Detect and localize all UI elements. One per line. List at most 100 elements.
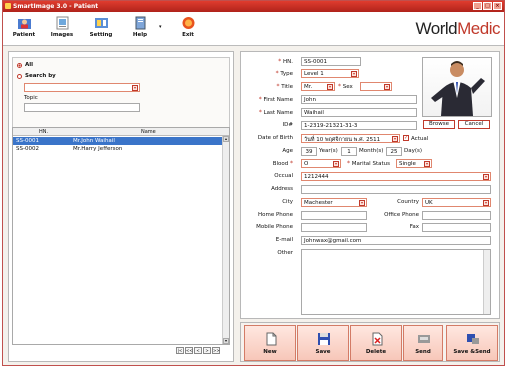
maximize-button[interactable]: □ [483,2,492,10]
age-label: Age [282,148,293,154]
patient-list-panel: All Search by ▾ Topic HN. Name SS-0001 M… [8,51,234,362]
table-row[interactable]: SS-0002 Mr.Harry Jefferson [13,145,222,153]
occupation-label: Occual [274,173,293,179]
new-document-icon [266,332,277,346]
scroll-down-icon[interactable]: ▾ [223,338,229,344]
exit-button[interactable]: Exit [173,16,203,38]
other-label: Other [277,250,293,256]
hn-label: * HN. [278,58,293,65]
table-scrollbar[interactable]: ▴ ▾ [222,136,229,344]
patient-table: HN. Name SS-0001 Mr.John Waihail SS-0002… [12,127,230,345]
country-combo[interactable]: UK ▾ [422,198,491,207]
minimize-button[interactable]: _ [473,2,482,10]
next-page-button[interactable]: > [203,347,211,354]
title-bar: SmartImage 3.0 - Patient _ □ × [3,1,504,12]
first-page-button[interactable]: |< [176,347,184,354]
address-label: Address [271,186,293,192]
browse-button[interactable]: Browse [423,120,455,129]
textarea-scrollbar[interactable] [483,250,490,314]
other-textarea[interactable] [301,249,491,315]
chevron-down-icon[interactable]: ▾ [333,161,339,167]
age-years-field[interactable]: 39 [301,147,317,156]
person-photo-icon [431,61,485,116]
marital-combo[interactable]: Single ▾ [396,159,432,168]
city-combo[interactable]: Machester ▾ [301,198,367,207]
window-title: SmartImage 3.0 - Patient [13,3,99,10]
first-name-label: * First Name [258,96,293,103]
actual-checkbox[interactable]: ✓ [403,135,409,141]
radio-all[interactable]: All [17,62,33,68]
table-row[interactable]: SS-0001 Mr.John Waihail [13,137,222,145]
age-months-field[interactable]: 1 [341,147,357,156]
type-combo[interactable]: Level 1 ▾ [301,69,359,78]
radio-search-by-dot[interactable] [17,73,22,79]
required-icon: * [290,160,293,167]
scroll-up-icon[interactable]: ▴ [223,136,229,142]
help-button[interactable]: Help [125,16,155,38]
chevron-down-icon[interactable]: ▾ [327,84,333,90]
col-hn[interactable]: HN. [39,129,48,135]
prev-page-button[interactable]: < [194,347,202,354]
setting-button[interactable]: Setting [86,16,116,38]
help-icon [135,16,145,30]
chevron-down-icon[interactable]: ▾ [483,200,489,206]
required-icon: * [275,70,279,77]
sex-combo[interactable]: ▾ [360,82,392,91]
chevron-down-icon[interactable]: ▾ [359,200,365,206]
first-name-field[interactable]: John [301,95,417,104]
search-by-combo[interactable]: ▾ [24,83,140,92]
months-label: Month(s) [359,148,384,154]
chevron-down-icon[interactable]: ▾ [132,85,138,91]
email-field[interactable]: Johnwax@gmail.com [301,236,491,245]
action-bar: New Save Delete Send Save &Send [240,322,500,362]
save-send-button[interactable]: Save &Send [446,325,498,361]
chevron-down-icon[interactable]: ▾ [392,136,398,142]
chevron-down-icon[interactable]: ▾ [424,161,430,167]
delete-button[interactable]: Delete [350,325,402,361]
home-phone-field[interactable] [301,211,367,220]
images-icon [56,16,68,30]
fax-field[interactable] [422,223,491,232]
hn-field[interactable]: SS-0001 [301,57,361,66]
chevron-down-icon[interactable]: ▾ [384,84,390,90]
images-button[interactable]: Images [47,16,77,38]
required-icon: * [338,83,341,90]
close-button[interactable]: × [493,2,502,10]
next-block-button[interactable]: >> [212,347,220,354]
country-label: Country [397,199,419,205]
send-icon [418,335,430,343]
patient-button[interactable]: Patient [9,16,39,38]
save-button[interactable]: Save [297,325,349,361]
radio-all-dot[interactable] [17,62,22,68]
worldmedic-logo: WorldMedic [415,19,501,38]
last-name-field[interactable]: Waihail [301,108,417,117]
age-days-field[interactable]: 25 [386,147,402,156]
city-label: City [282,199,293,205]
radio-search-by[interactable]: Search by [17,73,56,79]
prev-block-button[interactable]: << [185,347,193,354]
mobile-phone-field[interactable] [301,223,367,232]
new-button[interactable]: New [244,325,296,361]
required-icon: * [278,58,282,65]
required-icon: * [258,109,262,116]
id-field[interactable]: 1-2319-21321-31-3 [301,121,417,130]
blood-combo[interactable]: O ▾ [301,159,341,168]
cancel-photo-button[interactable]: Cancel [458,120,490,129]
days-label: Day(s) [404,148,423,154]
address-field[interactable] [301,185,491,194]
occupation-combo[interactable]: 1212444 ▾ [301,172,491,181]
col-name[interactable]: Name [141,129,156,135]
required-icon: * [258,96,262,103]
help-dropdown-icon[interactable]: ▾ [159,24,162,30]
chevron-down-icon[interactable]: ▾ [483,174,489,180]
blood-label: Blood * [272,160,293,167]
send-button[interactable]: Send [403,325,443,361]
chevron-down-icon[interactable]: ▾ [351,71,357,77]
pager: |< << < > >> [176,347,220,354]
title-combo[interactable]: Mr. ▾ [301,82,335,91]
office-phone-field[interactable] [422,211,491,220]
table-header: HN. Name [13,128,229,136]
topic-input[interactable] [24,103,140,112]
dob-picker[interactable]: วันที่ 10 พฤศจิกายน พ.ศ. 2511 ▾ [301,134,400,143]
type-label: * Type [275,70,293,77]
